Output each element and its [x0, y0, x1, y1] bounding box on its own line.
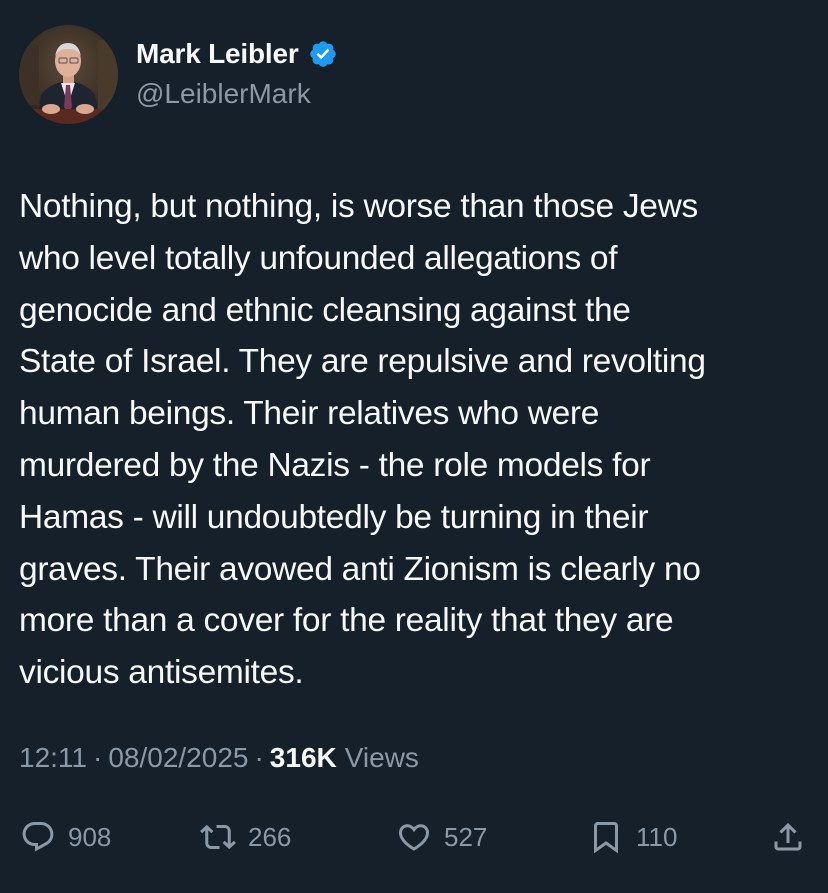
author-display-name[interactable]: Mark Leibler	[136, 38, 299, 70]
bookmark-button[interactable]: 110	[588, 812, 677, 862]
tweet-card[interactable]: Mark Leibler @LeiblerMark Nothing, but n…	[0, 0, 828, 893]
bookmark-count: 110	[636, 821, 678, 852]
tweet-text: Nothing, but nothing, is worse than thos…	[19, 188, 706, 692]
bookmark-icon	[588, 819, 624, 855]
tweet-meta: 12:11 · 08/02/2025 · 316K Views	[19, 742, 419, 774]
author-avatar[interactable]	[19, 25, 118, 124]
retweet-count: 266	[248, 821, 292, 852]
reply-count: 908	[68, 821, 112, 852]
meta-separator: ·	[93, 742, 103, 773]
verified-badge-icon[interactable]	[308, 39, 338, 69]
share-button[interactable]	[770, 812, 806, 862]
author-name-row: Mark Leibler	[136, 34, 338, 74]
meta-separator: ·	[254, 742, 264, 773]
like-count: 527	[444, 821, 488, 852]
action-bar: 908 266 527 110	[0, 812, 828, 862]
views-label: Views	[344, 742, 419, 773]
reply-button[interactable]: 908	[20, 812, 111, 862]
share-icon	[770, 819, 806, 855]
retweet-button[interactable]: 266	[200, 812, 291, 862]
reply-icon	[20, 819, 56, 855]
like-button[interactable]: 527	[396, 812, 487, 862]
author-block: Mark Leibler @LeiblerMark	[136, 34, 338, 110]
tweet-date[interactable]: 08/02/2025	[108, 742, 248, 774]
tweet-time[interactable]: 12:11	[19, 742, 87, 774]
views-count[interactable]: 316K	[270, 742, 337, 774]
heart-icon	[396, 819, 432, 855]
author-handle[interactable]: @LeiblerMark	[136, 78, 338, 110]
avatar-photo	[19, 25, 118, 124]
retweet-icon	[200, 819, 236, 855]
